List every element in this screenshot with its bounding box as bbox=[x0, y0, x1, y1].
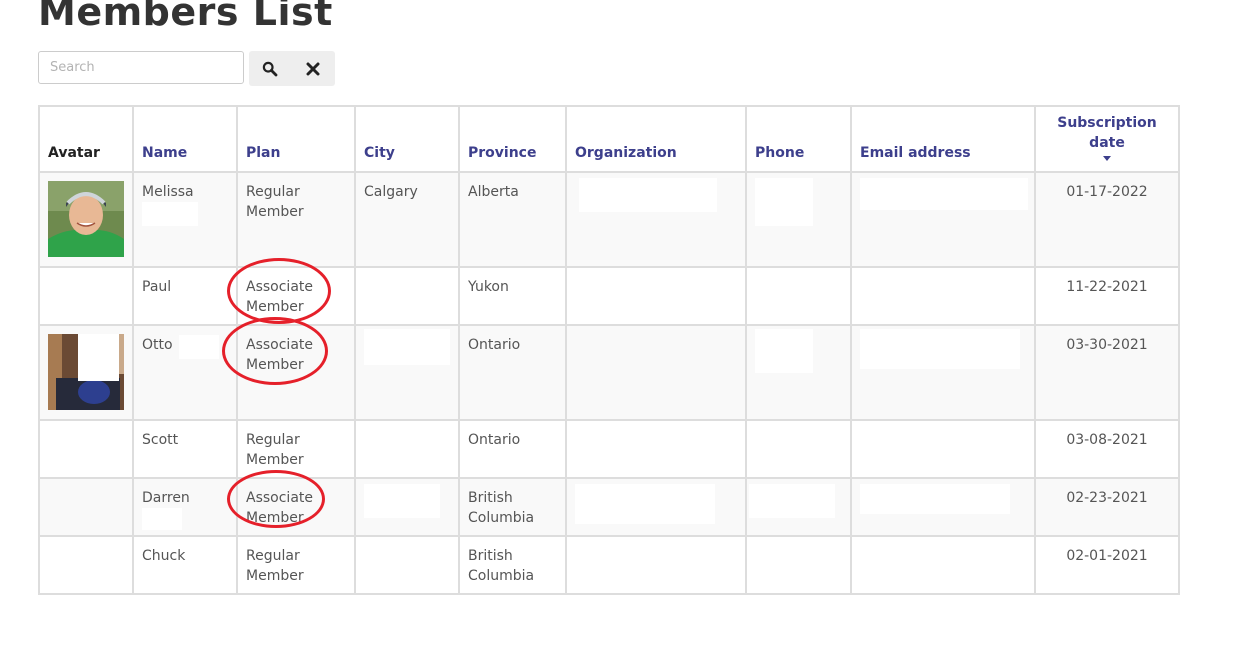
column-header-email[interactable]: Email address bbox=[850, 105, 1036, 173]
member-name: Otto bbox=[142, 337, 173, 353]
plan-cell: Regular Member bbox=[236, 419, 356, 479]
column-header-label: Subscription date bbox=[1057, 115, 1157, 151]
table-row[interactable]: Darren Associate Member British Columbia… bbox=[38, 477, 1180, 537]
city-cell: Calgary bbox=[354, 171, 460, 268]
plan-cell: Regular Member bbox=[236, 535, 356, 595]
table-row[interactable]: Scott Regular Member Ontario 03-08-2021 bbox=[38, 419, 1180, 479]
clear-search-button[interactable] bbox=[291, 51, 335, 86]
table-row[interactable]: Paul Associate Member Yukon 11-22-2021 bbox=[38, 266, 1180, 326]
plan-cell: Associate Member bbox=[236, 477, 356, 537]
avatar-cell bbox=[38, 477, 134, 537]
column-header-organization[interactable]: Organization bbox=[565, 105, 747, 173]
sort-desc-icon bbox=[1103, 156, 1111, 161]
email-cell bbox=[850, 324, 1036, 421]
column-header-subscription-date[interactable]: Subscription date bbox=[1034, 105, 1180, 173]
redacted-block bbox=[860, 178, 1028, 210]
email-cell bbox=[850, 171, 1036, 268]
column-header-avatar: Avatar bbox=[38, 105, 134, 173]
column-header-city[interactable]: City bbox=[354, 105, 460, 173]
column-header-plan[interactable]: Plan bbox=[236, 105, 356, 173]
organization-cell bbox=[565, 477, 747, 537]
city-cell bbox=[354, 477, 460, 537]
city-cell bbox=[354, 419, 460, 479]
email-cell bbox=[850, 419, 1036, 479]
name-cell: Scott bbox=[132, 419, 238, 479]
organization-cell bbox=[565, 535, 747, 595]
members-table: Avatar Name Plan City Province Organizat… bbox=[38, 105, 1180, 595]
page-title: Members List bbox=[38, 0, 333, 34]
redacted-block bbox=[142, 508, 182, 530]
name-cell: Otto bbox=[132, 324, 238, 421]
search-button[interactable] bbox=[249, 51, 291, 86]
avatar-cell bbox=[38, 419, 134, 479]
province-cell: British Columbia bbox=[458, 535, 567, 595]
redacted-block bbox=[755, 329, 813, 373]
avatar-cell bbox=[38, 535, 134, 595]
subscription-date-cell: 11-22-2021 bbox=[1034, 266, 1180, 326]
name-cell: Melissa bbox=[132, 171, 238, 268]
city-cell bbox=[354, 535, 460, 595]
redacted-block bbox=[749, 484, 835, 518]
subscription-date-cell: 02-01-2021 bbox=[1034, 535, 1180, 595]
avatar-cell bbox=[38, 324, 134, 421]
redacted-block bbox=[179, 335, 220, 359]
organization-cell bbox=[565, 324, 747, 421]
name-cell: Paul bbox=[132, 266, 238, 326]
subscription-date-cell: 02-23-2021 bbox=[1034, 477, 1180, 537]
plan-cell: Associate Member bbox=[236, 266, 356, 326]
redacted-block bbox=[364, 484, 440, 518]
redacted-block bbox=[860, 329, 1020, 369]
redacted-block bbox=[860, 484, 1010, 514]
subscription-date-cell: 03-30-2021 bbox=[1034, 324, 1180, 421]
city-cell bbox=[354, 266, 460, 326]
phone-cell bbox=[745, 419, 852, 479]
organization-cell bbox=[565, 419, 747, 479]
column-header-phone[interactable]: Phone bbox=[745, 105, 852, 173]
organization-cell bbox=[565, 266, 747, 326]
name-cell: Chuck bbox=[132, 535, 238, 595]
phone-cell bbox=[745, 324, 852, 421]
phone-cell bbox=[745, 477, 852, 537]
email-cell bbox=[850, 535, 1036, 595]
subscription-date-cell: 01-17-2022 bbox=[1034, 171, 1180, 268]
search-input[interactable] bbox=[38, 51, 244, 84]
table-row[interactable]: Otto Associate Member Ontario 03-30-2021 bbox=[38, 324, 1180, 421]
avatar-cell bbox=[38, 171, 134, 268]
city-cell bbox=[354, 324, 460, 421]
province-cell: Ontario bbox=[458, 419, 567, 479]
plan-cell: Associate Member bbox=[236, 324, 356, 421]
table-row[interactable]: Melissa Regular Member Calgary Alberta 0… bbox=[38, 171, 1180, 268]
phone-cell bbox=[745, 266, 852, 326]
email-cell bbox=[850, 477, 1036, 537]
close-icon bbox=[306, 62, 320, 75]
search-icon bbox=[262, 61, 278, 76]
member-name: Darren bbox=[142, 490, 190, 506]
redacted-block bbox=[755, 178, 813, 226]
organization-cell bbox=[565, 171, 747, 268]
phone-cell bbox=[745, 171, 852, 268]
phone-cell bbox=[745, 535, 852, 595]
subscription-date-cell: 03-08-2021 bbox=[1034, 419, 1180, 479]
column-header-name[interactable]: Name bbox=[132, 105, 238, 173]
avatar bbox=[48, 334, 124, 410]
province-cell: Yukon bbox=[458, 266, 567, 326]
plan-cell: Regular Member bbox=[236, 171, 356, 268]
avatar-cell bbox=[38, 266, 134, 326]
province-cell: Alberta bbox=[458, 171, 567, 268]
table-row[interactable]: Chuck Regular Member British Columbia 02… bbox=[38, 535, 1180, 595]
redacted-block bbox=[579, 178, 717, 212]
member-name: Melissa bbox=[142, 184, 194, 200]
name-cell: Darren bbox=[132, 477, 238, 537]
province-cell: Ontario bbox=[458, 324, 567, 421]
column-header-province[interactable]: Province bbox=[458, 105, 567, 173]
table-header-row: Avatar Name Plan City Province Organizat… bbox=[38, 105, 1180, 173]
redacted-block bbox=[142, 202, 198, 226]
avatar bbox=[48, 181, 124, 257]
email-cell bbox=[850, 266, 1036, 326]
redacted-block bbox=[575, 484, 715, 524]
redacted-block bbox=[364, 329, 450, 365]
province-cell: British Columbia bbox=[458, 477, 567, 537]
